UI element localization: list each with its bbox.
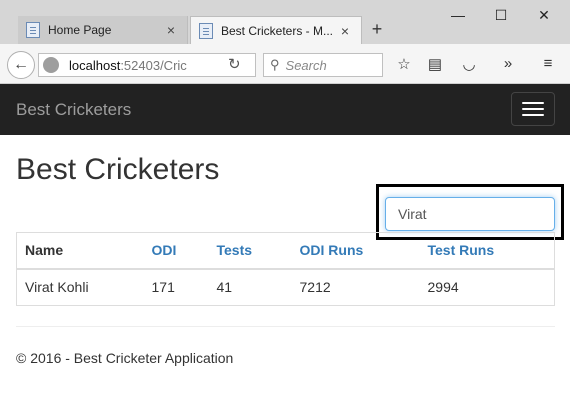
- overflow-icon[interactable]: »: [498, 55, 518, 72]
- page-icon: [26, 22, 40, 38]
- cell-odi: 171: [143, 268, 209, 306]
- cricketers-table: Name ODI Tests ODI Runs Test Runs Virat …: [16, 232, 555, 306]
- tab-home-page[interactable]: Home Page ×: [18, 16, 188, 44]
- search-placeholder: Search: [285, 57, 327, 73]
- column-header-tests[interactable]: Tests: [208, 232, 292, 270]
- tab-title: Home Page: [48, 23, 112, 37]
- minimize-button[interactable]: —: [438, 4, 478, 26]
- column-header-test-runs[interactable]: Test Runs: [419, 232, 555, 270]
- search-icon: ⚲: [270, 57, 280, 72]
- close-tab-icon[interactable]: ×: [163, 22, 179, 38]
- browser-search-field[interactable]: ⚲ Search: [263, 53, 383, 77]
- hamburger-bar: [522, 114, 544, 116]
- app-navbar: Best Cricketers: [0, 84, 570, 135]
- browser-toolbar: ← localhost :52403/Cric ↻ ⚲ Search ☆ ▤ ◡…: [0, 44, 570, 84]
- navbar-toggle-button[interactable]: [511, 92, 555, 126]
- cell-tests: 41: [208, 268, 292, 306]
- reader-list-icon[interactable]: ▤: [425, 55, 445, 73]
- back-icon[interactable]: ←: [7, 51, 35, 79]
- menu-icon[interactable]: ≡: [538, 55, 558, 72]
- tab-title: Best Cricketers - M...: [221, 23, 334, 38]
- table-header-row: Name ODI Tests ODI Runs Test Runs: [16, 232, 555, 270]
- url-path: :52403/Cric: [120, 57, 187, 73]
- footer-text: © 2016 - Best Cricketer Application: [16, 350, 234, 366]
- globe-icon: [43, 57, 59, 73]
- address-bar[interactable]: localhost :52403/Cric: [38, 53, 256, 77]
- browser-title-bar: Home Page × Best Cricketers - M... × + —…: [0, 0, 570, 44]
- close-window-button[interactable]: ✕: [524, 4, 564, 26]
- footer-divider: [16, 326, 555, 327]
- column-header-name: Name: [16, 232, 144, 270]
- page-icon: [199, 22, 213, 39]
- table-row: Virat Kohli 171 41 7212 2994: [16, 268, 555, 306]
- column-header-odi-runs[interactable]: ODI Runs: [291, 232, 420, 270]
- pocket-icon[interactable]: ◡: [459, 55, 479, 73]
- cell-name: Virat Kohli: [16, 268, 144, 306]
- maximize-button[interactable]: ☐: [481, 4, 521, 26]
- tab-best-cricketers[interactable]: Best Cricketers - M... ×: [190, 16, 362, 44]
- close-tab-icon[interactable]: ×: [337, 23, 353, 39]
- url-host: localhost: [69, 57, 121, 73]
- reload-icon[interactable]: ↻: [228, 55, 241, 73]
- new-tab-button[interactable]: +: [368, 19, 386, 40]
- search-input[interactable]: [385, 197, 555, 231]
- page-title: Best Cricketers: [16, 153, 220, 186]
- navbar-brand[interactable]: Best Cricketers: [16, 100, 131, 120]
- hamburger-bar: [522, 102, 544, 104]
- hamburger-bar: [522, 108, 544, 110]
- bookmark-star-icon[interactable]: ☆: [394, 55, 414, 73]
- column-header-odi[interactable]: ODI: [143, 232, 209, 270]
- cell-test-runs: 2994: [419, 268, 555, 306]
- cell-odi-runs: 7212: [291, 268, 420, 306]
